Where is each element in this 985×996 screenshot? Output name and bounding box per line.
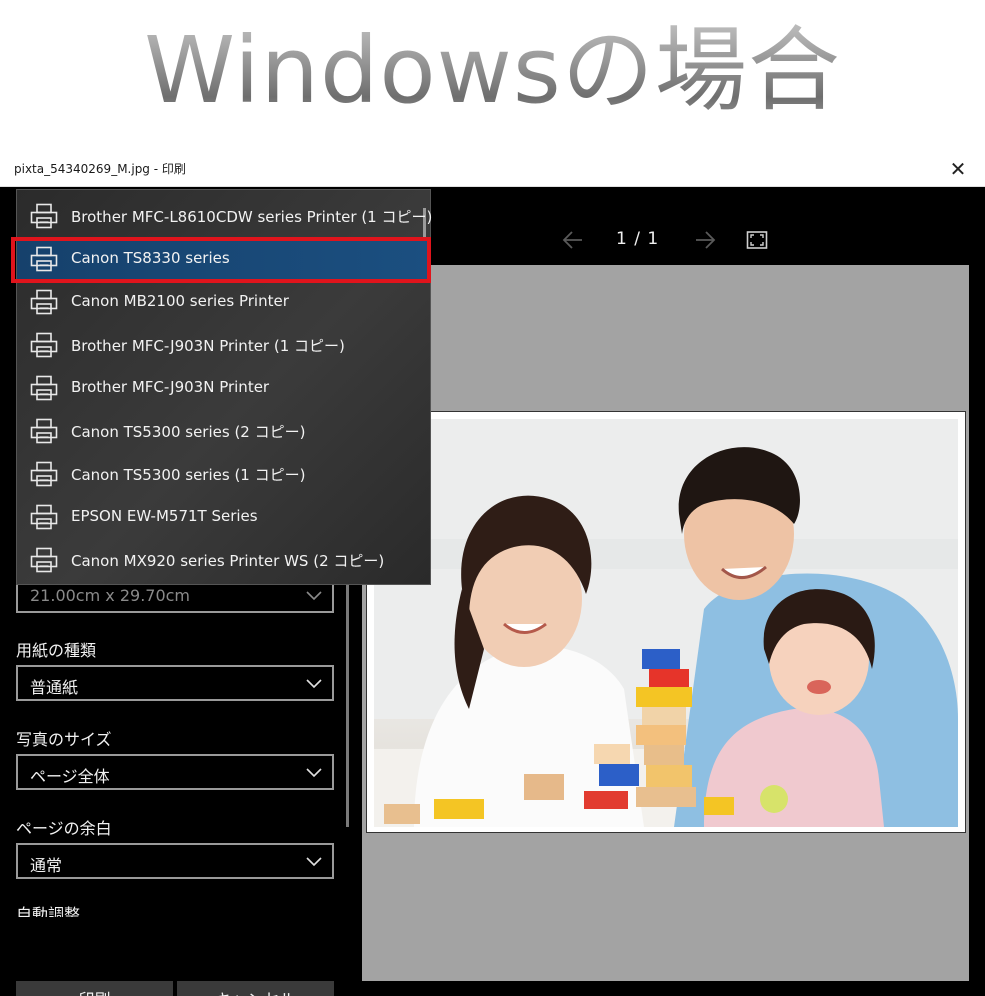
preview-navigation: 1 / 1 xyxy=(560,227,780,253)
auto-adjust-label: 自動調整 xyxy=(16,905,81,917)
arrow-left-icon[interactable] xyxy=(560,227,586,253)
banner-title: Windowsの場合 xyxy=(0,6,985,136)
printer-icon xyxy=(30,418,58,444)
printer-icon xyxy=(30,203,58,229)
photo-frame xyxy=(366,411,966,833)
print-button[interactable]: 印刷 xyxy=(16,981,173,996)
page-margins-value: 通常 xyxy=(30,856,63,875)
cancel-button[interactable]: キャンセル xyxy=(177,981,334,996)
printer-icon xyxy=(30,246,58,272)
printer-option-label: Canon MX920 series Printer WS (2 コピー) xyxy=(71,552,385,570)
title-bar: pixta_54340269_M.jpg - 印刷 ✕ xyxy=(0,150,985,187)
paper-size-value: 21.00cm x 29.70cm xyxy=(30,586,191,605)
printer-option[interactable]: Brother MFC-J903N Printer xyxy=(17,366,429,409)
printer-icon xyxy=(30,289,58,315)
chevron-down-icon xyxy=(306,768,322,778)
printer-icon xyxy=(30,332,58,358)
printer-icon xyxy=(30,375,58,401)
photo-size-label: 写真のサイズ xyxy=(16,730,112,749)
printer-option-label: Canon TS5300 series (1 コピー) xyxy=(71,466,306,484)
printer-option-label: Brother MFC-J903N Printer (1 コピー) xyxy=(71,337,345,355)
printer-dropdown-list: Brother MFC-L8610CDW series Printer (1 コ… xyxy=(16,189,433,585)
chevron-down-icon xyxy=(306,679,322,689)
printer-option-label: Canon MB2100 series Printer xyxy=(71,292,289,310)
paper-type-label: 用紙の種類 xyxy=(16,641,97,660)
paper-type-value: 普通紙 xyxy=(30,678,79,697)
paper-type-select[interactable]: 普通紙 xyxy=(16,665,334,701)
printer-option-label: EPSON EW-M571T Series xyxy=(71,507,258,525)
photo-size-value: ページ全体 xyxy=(30,767,110,786)
printer-option[interactable]: Canon TS8330 series xyxy=(17,237,429,280)
photo-preview xyxy=(374,419,958,827)
page-margins-label: ページの余白 xyxy=(16,819,112,838)
printer-option-label: Canon TS5300 series (2 コピー) xyxy=(71,423,306,441)
page-counter: 1 / 1 xyxy=(616,229,660,249)
printer-option[interactable]: Brother MFC-L8610CDW series Printer (1 コ… xyxy=(17,194,433,237)
arrow-right-icon[interactable] xyxy=(692,227,718,253)
print-dialog: pixta_54340269_M.jpg - 印刷 ✕ 21.00cm x 29… xyxy=(0,150,985,996)
close-icon[interactable]: ✕ xyxy=(945,156,971,182)
printer-option[interactable]: Canon MB2100 series Printer xyxy=(17,280,429,323)
photo-size-select[interactable]: ページ全体 xyxy=(16,754,334,790)
printer-option[interactable]: Canon TS5300 series (1 コピー) xyxy=(17,452,429,495)
printer-option-label: Brother MFC-J903N Printer xyxy=(71,378,270,396)
printer-option[interactable]: Canon TS5300 series (2 コピー) xyxy=(17,409,429,452)
family-photo-illustration xyxy=(374,419,958,827)
printer-icon xyxy=(30,504,58,530)
page-margins-select[interactable]: 通常 xyxy=(16,843,334,879)
printer-icon xyxy=(30,547,58,573)
window-title: pixta_54340269_M.jpg - 印刷 xyxy=(14,162,186,176)
fullscreen-icon[interactable] xyxy=(746,230,768,250)
print-preview-page xyxy=(362,265,969,981)
printer-option[interactable]: EPSON EW-M571T Series xyxy=(17,495,429,538)
chevron-down-icon xyxy=(306,591,322,601)
printer-option-label: Brother MFC-L8610CDW series Printer (1 コ… xyxy=(71,208,433,226)
printer-option[interactable]: Canon MX920 series Printer WS (2 コピー) xyxy=(17,538,429,581)
printer-option[interactable]: Brother MFC-J903N Printer (1 コピー) xyxy=(17,323,429,366)
chevron-down-icon xyxy=(306,857,322,867)
printer-icon xyxy=(30,461,58,487)
printer-option-label: Canon TS8330 series xyxy=(71,249,230,267)
